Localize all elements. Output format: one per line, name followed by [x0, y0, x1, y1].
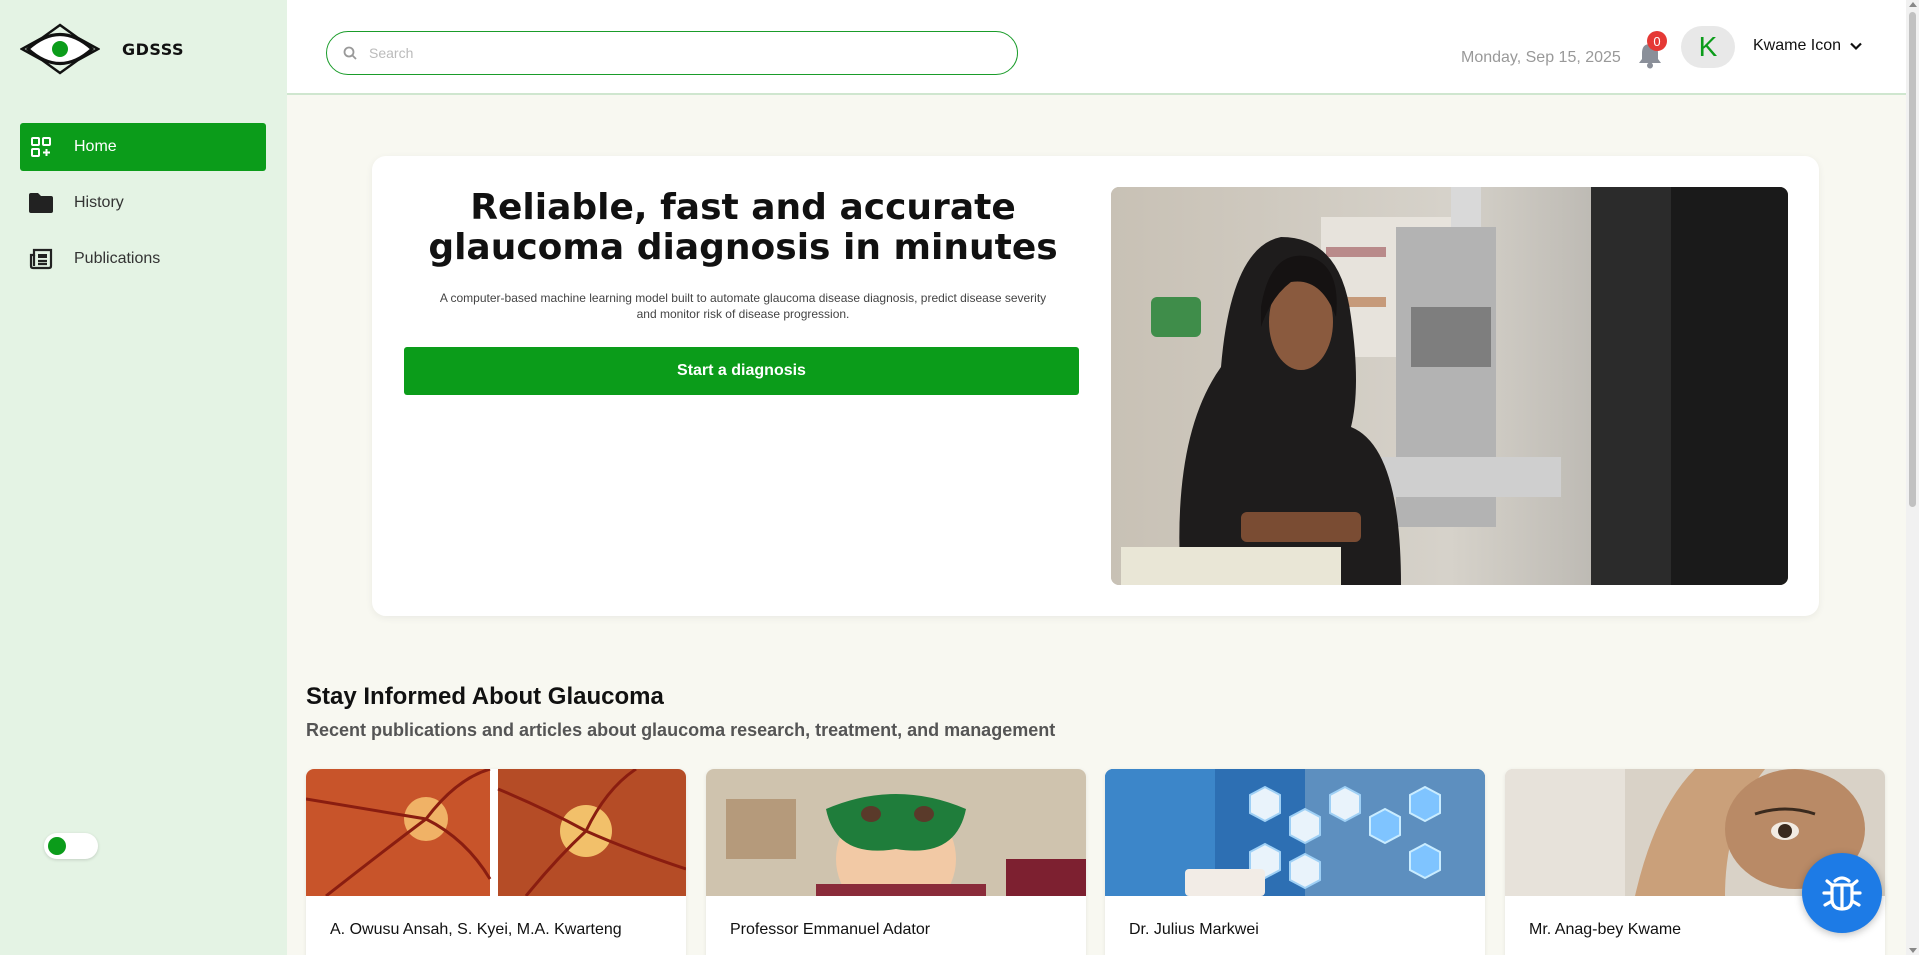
publication-image: [1105, 769, 1485, 896]
theme-toggle[interactable]: [44, 833, 98, 859]
publication-card[interactable]: Professor Emmanuel Adator: [706, 769, 1086, 955]
folder-icon: [28, 190, 54, 216]
bug-icon: [1822, 876, 1862, 911]
user-menu[interactable]: Kwame Icon: [1753, 37, 1863, 55]
scroll-down-arrow-icon[interactable]: [1909, 948, 1917, 953]
notification-badge: 0: [1647, 31, 1667, 51]
search-bar[interactable]: [326, 31, 1018, 75]
hero-title: Reliable, fast and accurate glaucoma dia…: [428, 187, 1058, 268]
avatar[interactable]: K: [1681, 26, 1735, 68]
sidebar-item-publications[interactable]: Publications: [20, 235, 266, 283]
chevron-down-icon: [1850, 42, 1862, 51]
publication-author: Professor Emmanuel Adator: [730, 921, 931, 938]
bug-report-button[interactable]: [1802, 853, 1882, 933]
publication-card[interactable]: A. Owusu Ansah, S. Kyei, M.A. Kwarteng: [306, 769, 686, 955]
publications-subtitle: Recent publications and articles about g…: [306, 720, 1056, 740]
publication-author: A. Owusu Ansah, S. Kyei, M.A. Kwarteng: [330, 921, 622, 938]
current-date: Monday, Sep 15, 2025: [1461, 49, 1621, 66]
publication-card[interactable]: Dr. Julius Markwei: [1105, 769, 1485, 955]
user-name: Kwame Icon: [1753, 37, 1842, 54]
publications-title: Stay Informed About Glaucoma: [306, 683, 664, 710]
toggle-knob: [48, 837, 66, 855]
publication-image: [306, 769, 686, 896]
page-scrollbar[interactable]: [1906, 0, 1919, 955]
sidebar-item-label: Publications: [74, 250, 161, 267]
search-input[interactable]: [369, 45, 969, 61]
eye-logo-icon: [20, 23, 100, 75]
scroll-up-arrow-icon[interactable]: [1909, 2, 1917, 7]
sidebar-item-label: Home: [74, 138, 117, 155]
newspaper-icon: [28, 246, 54, 272]
search-icon: [343, 46, 357, 60]
sidebar-item-history[interactable]: History: [20, 179, 266, 227]
sidebar-item-label: History: [74, 194, 124, 211]
brand-name: GDSSS: [122, 39, 185, 59]
app-logo[interactable]: GDSSS: [20, 22, 184, 76]
hero-photo: [1111, 187, 1788, 585]
dashboard-add-icon: [28, 134, 54, 160]
publication-image: [706, 769, 1086, 896]
scrollbar-thumb[interactable]: [1909, 12, 1916, 507]
sidebar-item-home[interactable]: Home: [20, 123, 266, 171]
sidebar: GDSSS Home History Publications: [0, 0, 287, 955]
publication-author: Dr. Julius Markwei: [1129, 921, 1259, 938]
hero-card: Reliable, fast and accurate glaucoma dia…: [372, 156, 1819, 616]
publication-author: Mr. Anag-bey Kwame: [1529, 921, 1682, 938]
hero-subtitle: A computer-based machine learning model …: [439, 291, 1047, 321]
sidebar-nav: Home History Publications: [20, 123, 266, 291]
start-diagnosis-button[interactable]: Start a diagnosis: [404, 347, 1079, 395]
top-bar: Monday, Sep 15, 2025 0 K Kwame Icon: [287, 0, 1906, 95]
